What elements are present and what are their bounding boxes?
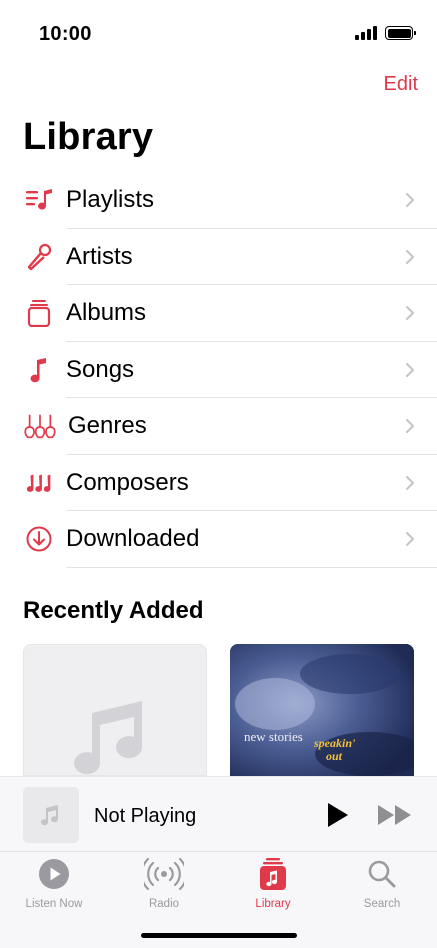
library-item-composers[interactable]: Composers — [0, 455, 437, 511]
tab-search[interactable]: Search — [332, 858, 432, 918]
library-icon — [260, 858, 286, 890]
playlist-icon — [24, 186, 56, 214]
home-indicator — [141, 933, 297, 938]
now-playing-title: Not Playing — [94, 805, 197, 827]
tab-library[interactable]: Library — [223, 858, 323, 918]
edit-button[interactable]: Edit — [384, 73, 418, 96]
status-time: 10:00 — [39, 23, 92, 45]
recently-added-title: Recently Added — [23, 597, 204, 624]
chevron-right-icon — [406, 475, 414, 490]
guitars-icon — [24, 412, 56, 440]
play-button[interactable] — [326, 801, 350, 829]
chevron-right-icon — [406, 362, 414, 377]
album-stack-icon — [24, 299, 56, 328]
mini-player[interactable]: Not Playing — [0, 776, 437, 852]
search-icon — [368, 860, 396, 888]
library-item-albums[interactable]: Albums — [0, 285, 437, 342]
chevron-right-icon — [406, 249, 414, 264]
chevron-right-icon — [406, 306, 414, 321]
microphone-icon — [24, 243, 56, 271]
tab-label: Library — [255, 898, 291, 910]
chevron-right-icon — [406, 532, 414, 547]
tab-label: Radio — [148, 898, 180, 910]
album-art-text-2: speakin' — [313, 736, 356, 750]
library-item-label: Composers — [66, 468, 189, 496]
chevron-right-icon — [406, 419, 414, 434]
library-item-label: Albums — [66, 299, 147, 327]
album-tile-placeholder[interactable] — [23, 644, 207, 776]
library-item-label: Downloaded — [66, 525, 200, 553]
album-cover-art: new stories speakin' out — [230, 644, 414, 776]
tab-label: Listen Now — [25, 898, 83, 910]
tab-radio[interactable]: Radio — [114, 858, 214, 918]
page-title: Library — [23, 116, 154, 158]
library-item-label: Genres — [68, 412, 147, 440]
mini-player-artwork — [23, 787, 79, 843]
library-item-downloaded[interactable]: Downloaded — [0, 511, 437, 568]
tab-label: Search — [363, 898, 401, 910]
battery-icon — [385, 26, 416, 40]
library-list: Playlists Artists Albums Songs Genres Co… — [0, 172, 437, 568]
music-note-icon — [74, 701, 143, 775]
download-circle-icon — [24, 525, 56, 553]
music-note-icon — [24, 356, 56, 384]
album-tile-new-stories[interactable]: new stories speakin' out — [230, 644, 414, 776]
album-art-text-3: out — [326, 749, 343, 763]
library-item-genres[interactable]: Genres — [0, 398, 437, 455]
play-circle-icon — [39, 859, 69, 889]
chevron-right-icon — [406, 193, 414, 208]
tab-listen-now[interactable]: Listen Now — [4, 858, 104, 918]
library-item-label: Songs — [66, 355, 135, 383]
library-item-playlists[interactable]: Playlists — [0, 172, 437, 229]
library-item-label: Playlists — [66, 186, 155, 214]
music-notes-icon — [24, 469, 56, 497]
radio-waves-icon — [144, 858, 184, 890]
cellular-signal-icon — [355, 26, 377, 40]
status-bar: 10:00 — [0, 0, 437, 60]
library-item-artists[interactable]: Artists — [0, 229, 437, 285]
music-note-icon — [41, 805, 59, 826]
status-icons — [355, 26, 416, 40]
library-item-label: Artists — [66, 242, 133, 270]
album-art-text-1: new stories — [244, 729, 303, 744]
library-item-songs[interactable]: Songs — [0, 342, 437, 398]
fast-forward-button[interactable] — [377, 803, 413, 827]
